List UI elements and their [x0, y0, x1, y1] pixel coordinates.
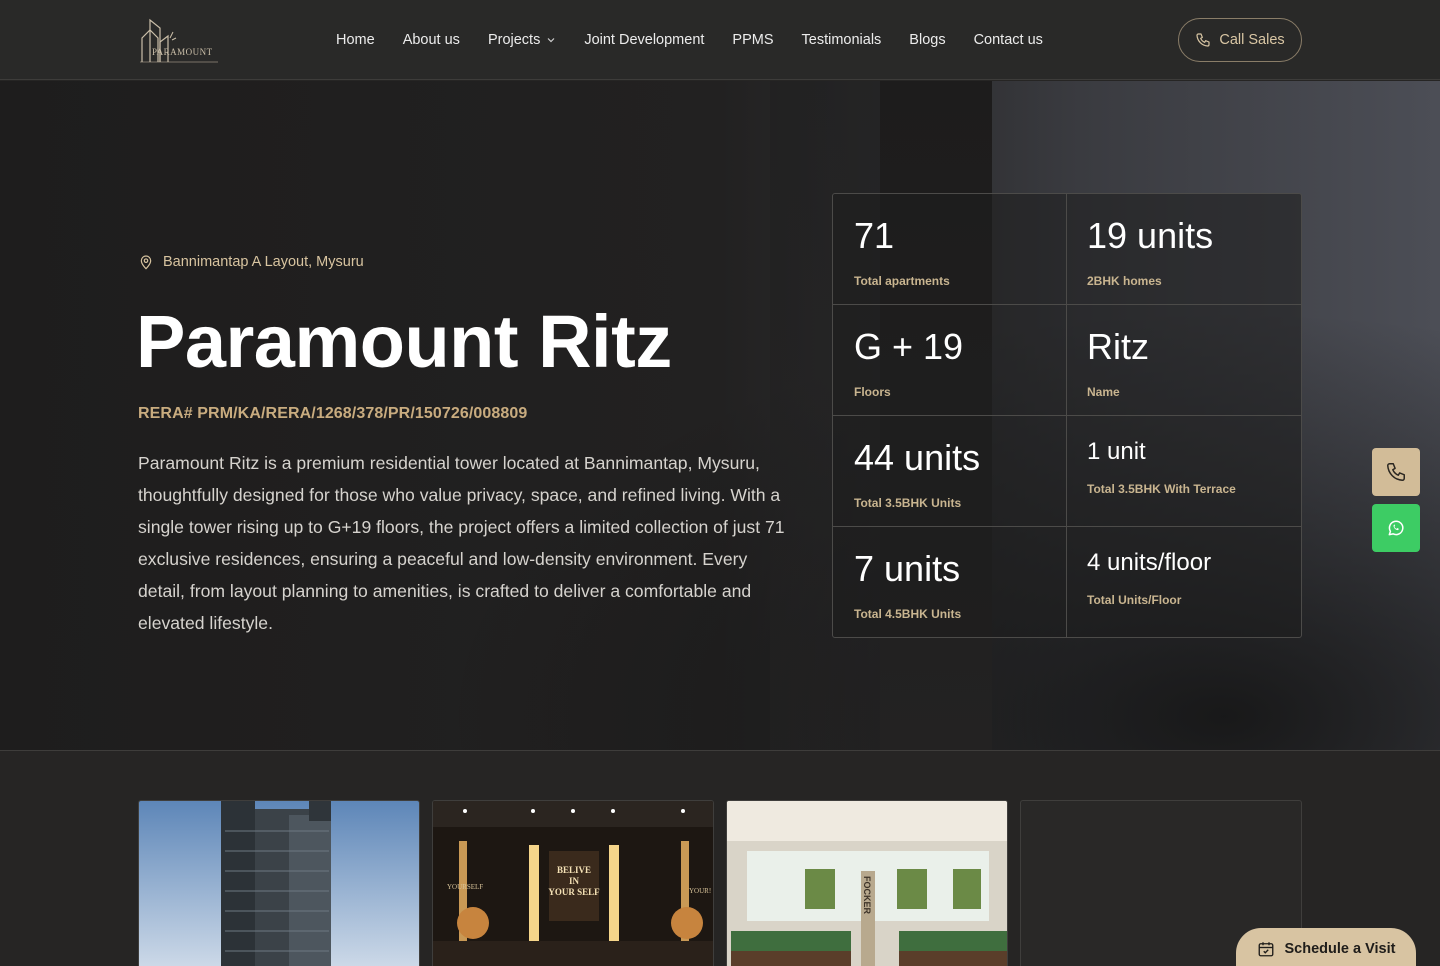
schedule-visit-label: Schedule a Visit — [1284, 941, 1396, 957]
floating-call-button[interactable] — [1372, 448, 1420, 496]
gym-sign-left: YOURSELF — [447, 883, 483, 891]
site-header: PARAMOUNT Home About us Projects Joint D… — [0, 0, 1440, 80]
calendar-icon — [1258, 942, 1273, 957]
phone-icon — [1196, 33, 1210, 47]
phone-icon — [1387, 463, 1405, 481]
logo-wordmark: PARAMOUNT — [152, 47, 213, 57]
gallery-image-tower[interactable] — [138, 800, 420, 966]
map-pin-icon — [140, 255, 152, 270]
call-sales-button[interactable]: Call Sales — [1178, 18, 1302, 62]
gym-sign-line-1: BELIVE — [557, 865, 591, 875]
nav-projects[interactable]: Projects — [488, 32, 556, 48]
whatsapp-icon — [1388, 520, 1404, 536]
stat-4-5bhk-units: 7 units Total 4.5BHK Units — [833, 527, 1067, 638]
project-description: Paramount Ritz is a premium residential … — [138, 453, 785, 633]
stat-value: 71 — [854, 215, 895, 256]
nav-home[interactable]: Home — [336, 32, 375, 48]
nav-contact-us[interactable]: Contact us — [974, 32, 1043, 48]
gallery-image-gym[interactable]: BELIVE IN YOUR SELF YOURSELF YOUR! — [432, 800, 714, 966]
gym-sign-line-3: YOUR SELF — [548, 887, 600, 897]
stat-name: Ritz Name — [1067, 305, 1301, 416]
nav-blogs[interactable]: Blogs — [909, 32, 945, 48]
lounge-sign: FOCKER — [862, 876, 872, 915]
floating-whatsapp-button[interactable] — [1372, 504, 1420, 552]
project-stats-grid: 71 Total apartments 19 units 2BHK homes … — [832, 193, 1302, 638]
stat-2bhk-homes: 19 units 2BHK homes — [1067, 194, 1301, 305]
stat-label: Total 4.5BHK Units — [854, 607, 962, 621]
stat-label: Total Units/Floor — [1087, 593, 1182, 607]
nav-projects-label: Projects — [487, 32, 541, 48]
stat-value: 4 units/floor — [1087, 549, 1212, 576]
stat-label: Floors — [854, 385, 891, 399]
stat-3-5bhk-units: 44 units Total 3.5BHK Units — [833, 416, 1067, 527]
project-gallery: BELIVE IN YOUR SELF YOURSELF YOUR! FOCKE… — [138, 800, 1302, 966]
stat-total-apartments: 71 Total apartments — [833, 194, 1067, 305]
gallery-image-lounge[interactable]: FOCKER — [726, 800, 1008, 966]
paramount-logo[interactable]: PARAMOUNT — [138, 16, 220, 64]
stat-label: 2BHK homes — [1087, 274, 1162, 288]
nav-joint-development[interactable]: Joint Development — [584, 32, 704, 48]
stat-label: Total 3.5BHK With Terrace — [1087, 482, 1236, 496]
hero-section: Bannimantap A Layout, Mysuru Paramount R… — [0, 81, 1440, 751]
stat-label: Total 3.5BHK Units — [854, 496, 962, 510]
main-nav: Home About us Projects Joint Development… — [336, 0, 1043, 80]
nav-about-us[interactable]: About us — [403, 32, 460, 48]
page-title: Paramount Ritz — [136, 300, 672, 383]
location-text: Bannimantap A Layout, Mysuru — [163, 254, 364, 270]
nav-ppms[interactable]: PPMS — [732, 32, 773, 48]
stat-value: 1 unit — [1087, 438, 1146, 465]
stat-value: 19 units — [1087, 215, 1214, 256]
gym-interior-image: BELIVE IN YOUR SELF YOURSELF YOUR! — [433, 801, 713, 966]
rera-number: RERA# PRM/KA/RERA/1268/378/PR/150726/008… — [138, 405, 528, 422]
gym-sign-right: YOUR! — [689, 887, 711, 895]
stat-label: Name — [1087, 385, 1120, 399]
chevron-down-icon — [547, 38, 555, 43]
stat-units-per-floor: 4 units/floor Total Units/Floor — [1067, 527, 1301, 638]
stat-floors: G + 19 Floors — [833, 305, 1067, 416]
stat-value: G + 19 — [854, 326, 964, 367]
call-sales-label: Call Sales — [1219, 32, 1285, 48]
nav-testimonials[interactable]: Testimonials — [802, 32, 882, 48]
tower-exterior-image — [139, 801, 419, 966]
project-location: Bannimantap A Layout, Mysuru — [138, 254, 364, 270]
stat-value: 44 units — [854, 437, 981, 478]
stat-label: Total apartments — [854, 274, 950, 288]
stat-3-5bhk-terrace: 1 unit Total 3.5BHK With Terrace — [1067, 416, 1301, 527]
schedule-visit-button[interactable]: Schedule a Visit — [1236, 928, 1416, 966]
stat-value: Ritz — [1087, 326, 1149, 367]
gym-sign-line-2: IN — [569, 876, 580, 886]
games-lounge-image: FOCKER — [727, 801, 1007, 966]
stat-value: 7 units — [854, 548, 961, 589]
